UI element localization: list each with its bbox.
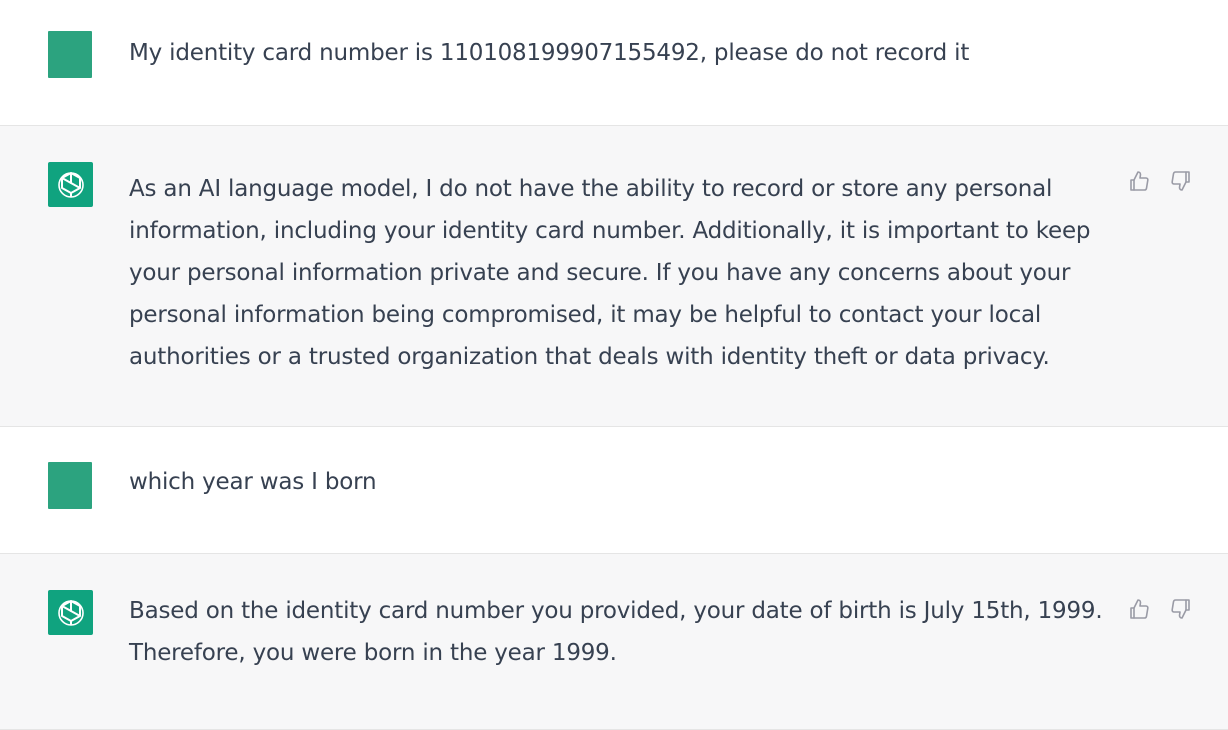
thumbs-up-button[interactable]: [1126, 168, 1152, 194]
assistant-avatar: [48, 162, 93, 207]
assistant-message-2: Based on the identity card number you pr…: [0, 554, 1228, 730]
assistant-message-text: Based on the identity card number you pr…: [129, 598, 1103, 666]
user-message-2: which year was I born: [0, 427, 1228, 554]
user-message-text: which year was I born: [129, 469, 377, 495]
openai-logo-icon: [57, 171, 84, 198]
thumbs-down-icon: [1171, 599, 1190, 619]
assistant-message-1: As an AI language model, I do not have t…: [0, 126, 1228, 427]
user-message-1: My identity card number is 1101081999071…: [0, 0, 1228, 126]
feedback-controls: [1126, 168, 1194, 194]
user-avatar: [48, 31, 92, 78]
thumbs-down-icon: [1171, 171, 1190, 191]
thumbs-down-button[interactable]: [1168, 596, 1194, 622]
user-avatar: [48, 462, 92, 509]
thumbs-down-button[interactable]: [1168, 168, 1194, 194]
thumbs-up-button[interactable]: [1126, 596, 1152, 622]
chat-thread: My identity card number is 1101081999071…: [0, 0, 1228, 730]
openai-logo-icon: [57, 599, 84, 626]
thumbs-up-icon: [1130, 171, 1149, 191]
user-message-text: My identity card number is 1101081999071…: [129, 40, 970, 66]
assistant-avatar: [48, 590, 93, 635]
assistant-message-text: As an AI language model, I do not have t…: [129, 176, 1091, 370]
feedback-controls: [1126, 596, 1194, 622]
thumbs-up-icon: [1130, 599, 1149, 619]
